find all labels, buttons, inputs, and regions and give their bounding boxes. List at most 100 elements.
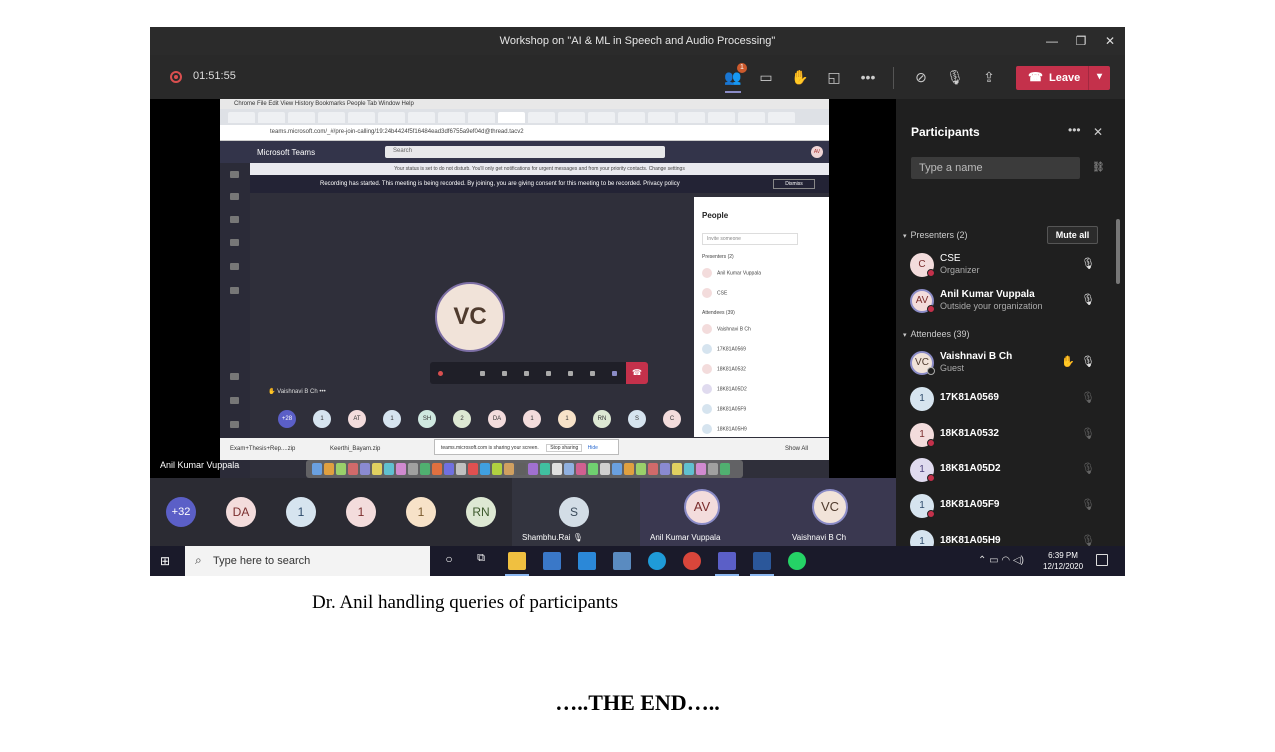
chevron-down-icon[interactable]: ▾ [1088, 66, 1110, 90]
microphone-off-icon: 🎙 [1081, 392, 1095, 404]
hang-up-icon: ☎ [1028, 70, 1043, 84]
restore-button[interactable]: ❐ [1070, 32, 1092, 50]
rooms-button[interactable]: ◱ [824, 67, 844, 87]
microphone-icon: 🎙 [1081, 258, 1095, 270]
microphone-off-icon: 🎙 [1081, 499, 1095, 511]
dock-app-icon [552, 463, 562, 475]
more-actions-button[interactable]: ••• [858, 67, 878, 87]
dismiss-button: Dismiss [773, 179, 815, 189]
cortana-icon[interactable]: ○ [440, 552, 458, 570]
participant-name: 18K81A05H9 [940, 535, 1001, 546]
browser-tabs [220, 109, 829, 125]
rooms-icon: ◱ [827, 69, 841, 85]
participant-name: CSE [940, 253, 961, 264]
participant-row[interactable]: 1 17K81A0569 🎙 [910, 383, 1100, 413]
participants-title: Participants [911, 125, 980, 139]
activity-icon [230, 171, 239, 178]
participant-name: Vaishnavi B Ch [940, 351, 1013, 362]
inner-app-rail [220, 163, 250, 478]
teams-icon[interactable] [715, 552, 739, 576]
mac-dock [306, 460, 743, 478]
taskbar-clock[interactable]: 6:39 PM 12/12/2020 [1043, 550, 1083, 572]
dock-app-icon [396, 463, 406, 475]
share-tray-button[interactable]: ⇪ [979, 67, 999, 87]
mute-all-button[interactable]: Mute all [1047, 226, 1098, 244]
dock-app-icon [624, 463, 634, 475]
file-explorer-icon[interactable] [505, 552, 529, 576]
browser-tab [348, 112, 375, 123]
video-tile[interactable]: S Shambhu.Rai 🎙 [512, 478, 640, 546]
panel-more-button[interactable]: ••• [1068, 123, 1081, 137]
participant-role: Organizer [940, 265, 980, 275]
browser-tab [228, 112, 255, 123]
mic-toggle-button[interactable]: 🎙 [945, 67, 965, 87]
video-tile[interactable]: VC Vaishnavi B Ch [768, 478, 896, 546]
dock-app-icon [372, 463, 382, 475]
download-item: Exam+Thesis+Rep....zip [230, 446, 296, 452]
browser-tab [558, 112, 585, 123]
store-icon[interactable] [543, 552, 561, 570]
windows-start-icon[interactable]: ⊞ [160, 554, 174, 568]
participant-row[interactable]: VC Vaishnavi B Ch Guest ✋ 🎙 [910, 347, 1100, 377]
panel-scrollbar[interactable] [1116, 219, 1120, 284]
tile-name: Vaishnavi B Ch [792, 533, 847, 542]
participant-name: 18K81A0532 [940, 428, 999, 439]
mail-icon[interactable] [578, 552, 596, 570]
download-item: Keerthi_Bayam.zip [330, 446, 381, 452]
participant-row[interactable]: 1 18K81A05D2 🎙 [910, 454, 1100, 484]
dock-app-icon [720, 463, 730, 475]
meeting-controls-bar: 01:51:55 👥 1 ▭ ✋ ◱ ••• ⊘ 🎙 ⇪ ☎ Leave ▾ [150, 55, 1125, 99]
camera-icon [480, 371, 485, 376]
dock-app-icon [648, 463, 658, 475]
dock-app-icon [564, 463, 574, 475]
minimize-button[interactable]: — [1041, 32, 1063, 50]
dnd-status-notice: Your status is set to do not disturb. Yo… [250, 163, 829, 175]
center-avatar: VC [435, 282, 505, 352]
raise-hand-button[interactable]: ✋ [790, 67, 810, 87]
help-icon [230, 397, 239, 404]
participant-row[interactable]: 1 18K81A05H9 🎙 [910, 526, 1100, 546]
leave-button[interactable]: ☎ Leave ▾ [1016, 66, 1110, 90]
presenters-section-header[interactable]: ▾ Presenters (2) [903, 230, 968, 240]
task-view-icon[interactable]: ⧉ [472, 552, 490, 570]
camera-toggle-button[interactable]: ⊘ [911, 67, 931, 87]
participant-row[interactable]: 1 18K81A05F9 🎙 [910, 490, 1100, 520]
taskbar-search-box[interactable]: ⌕ Type here to search [185, 546, 430, 576]
dock-app-icon [600, 463, 610, 475]
participant-role: Outside your organization [940, 301, 1043, 311]
word-icon[interactable] [750, 552, 774, 576]
participant-row[interactable]: 1 18K81A0532 🎙 [910, 419, 1100, 449]
inner-people-row: Vaishnavi B Ch [702, 324, 751, 334]
panel-close-icon[interactable]: ✕ [1093, 125, 1103, 139]
inner-people-row: Anil Kumar Vuppala [702, 268, 761, 278]
close-window-button[interactable]: ✕ [1099, 32, 1121, 50]
avatar [702, 268, 712, 278]
participant-search-input[interactable] [911, 157, 1080, 179]
share-invite-icon[interactable]: ⛓ [1092, 162, 1105, 173]
dock-app-icon [576, 463, 586, 475]
network-app-icon[interactable] [613, 552, 631, 570]
shared-screen: Chrome File Edit View History Bookmarks … [220, 99, 829, 478]
sharing-notice: teams.microsoft.com is sharing your scre… [434, 439, 619, 455]
avatar [702, 344, 712, 354]
video-tile[interactable]: AV Anil Kumar Vuppala [640, 478, 768, 546]
browser-address-bar: teams.microsoft.com/_#/pre-join-calling/… [220, 125, 829, 141]
apps-icon [230, 373, 239, 380]
avatar: 1 [910, 387, 934, 411]
participant-row[interactable]: AV Anil Kumar Vuppala Outside your organ… [910, 285, 1100, 315]
chat-button[interactable]: ▭ [756, 67, 776, 87]
system-tray[interactable]: ⌃ ▭ ◠ ◁) [978, 555, 1024, 566]
participant-row[interactable]: C CSE Organizer 🎙 [910, 249, 1100, 279]
edge-icon[interactable] [648, 552, 666, 570]
show-participants-button[interactable]: 👥 1 [723, 63, 747, 93]
microphone-off-icon: 🎙 [1081, 463, 1095, 475]
microphone-icon: 🎙 [1081, 294, 1095, 306]
chrome-icon[interactable] [683, 552, 701, 570]
microphone-icon: 🎙 [946, 69, 964, 85]
attendees-label: Attendees (39) [910, 329, 970, 339]
browser-tab [288, 112, 315, 123]
overflow-participants-button[interactable]: +32 [166, 497, 196, 527]
whatsapp-icon[interactable] [788, 552, 806, 570]
attendees-section-header[interactable]: ▾ Attendees (39) [903, 329, 970, 339]
notifications-icon[interactable] [1096, 554, 1108, 566]
